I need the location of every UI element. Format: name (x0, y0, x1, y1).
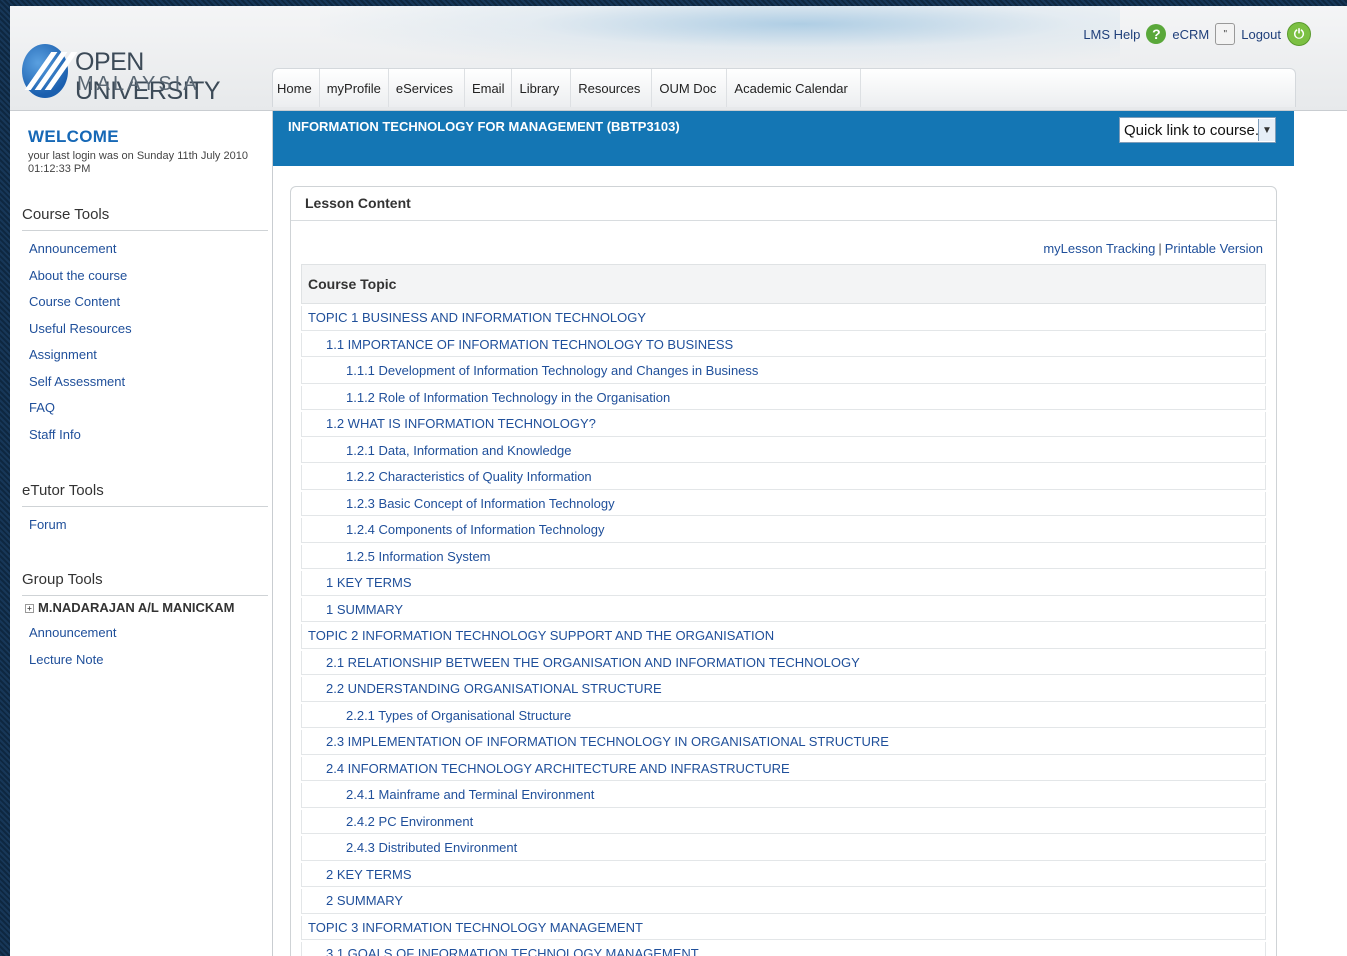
etutor-tools-forum[interactable]: Forum (22, 512, 268, 539)
course-tools-title: Course Tools (22, 206, 268, 231)
lms-help-link[interactable]: LMS Help (1083, 27, 1140, 42)
topic-row[interactable]: 2.4.1 Mainframe and Terminal Environment (301, 783, 1266, 808)
group-user-name: M.NADARAJAN A/L MANICKAM (38, 600, 235, 615)
nav-eservices[interactable]: eServices (389, 69, 465, 107)
nav-library[interactable]: Library (512, 69, 572, 107)
browser-page: OPEN UNIVERSITY MALAYSIA LMS Help ? eCRM… (10, 6, 1347, 956)
lesson-links: myLesson Tracking | Printable Version (1043, 241, 1263, 256)
group-tools-lecture-note[interactable]: Lecture Note (22, 647, 268, 674)
help-icon[interactable]: ? (1146, 24, 1167, 44)
nav-myprofile[interactable]: myProfile (320, 69, 389, 107)
topic-row[interactable]: 2.3 IMPLEMENTATION OF INFORMATION TECHNO… (301, 730, 1266, 755)
topic-row[interactable]: 1.2.5 Information System (301, 544, 1266, 569)
etutor-tools-section: eTutor Tools Forum (22, 482, 268, 539)
nav-academic-calendar[interactable]: Academic Calendar (727, 69, 861, 107)
topic-row[interactable]: 2 SUMMARY (301, 889, 1266, 914)
etutor-tools-title: eTutor Tools (22, 482, 268, 507)
topic-row[interactable]: 1.1 IMPORTANCE OF INFORMATION TECHNOLOGY… (301, 332, 1266, 357)
nav-home[interactable]: Home (273, 69, 320, 107)
topic-row[interactable]: 1.2.2 Characteristics of Quality Informa… (301, 465, 1266, 490)
topic-row[interactable]: 2 KEY TERMS (301, 862, 1266, 887)
course-tools-resources[interactable]: Useful Resources (22, 316, 268, 343)
course-title: INFORMATION TECHNOLOGY FOR MANAGEMENT (B… (288, 119, 680, 134)
group-user[interactable]: + M.NADARAJAN A/L MANICKAM (22, 596, 268, 620)
course-tools-about[interactable]: About the course (22, 263, 268, 290)
topic-row[interactable]: 2.2.1 Types of Organisational Structure (301, 703, 1266, 728)
power-icon[interactable]: ⏻ (1287, 22, 1311, 46)
course-topic-header: Course Topic (301, 264, 1266, 304)
topic-row[interactable]: 1.2.4 Components of Information Technolo… (301, 518, 1266, 543)
course-topic-rows: TOPIC 1 BUSINESS AND INFORMATION TECHNOL… (301, 306, 1266, 956)
ecrm-link[interactable]: eCRM (1172, 27, 1209, 42)
chevron-down-icon[interactable]: ▼ (1258, 119, 1275, 141)
topic-row[interactable]: 1.2.3 Basic Concept of Information Techn… (301, 491, 1266, 516)
topic-row[interactable]: 1.2 WHAT IS INFORMATION TECHNOLOGY? (301, 412, 1266, 437)
topic-row[interactable]: 2.4.2 PC Environment (301, 809, 1266, 834)
course-topic-table: Course Topic TOPIC 1 BUSINESS AND INFORM… (301, 264, 1266, 956)
logout-link[interactable]: Logout (1241, 27, 1281, 42)
nav-oum-doc[interactable]: OUM Doc (652, 69, 728, 107)
topic-row[interactable]: 1 KEY TERMS (301, 571, 1266, 596)
site-header: OPEN UNIVERSITY MALAYSIA LMS Help ? eCRM… (10, 6, 1347, 111)
topic-row[interactable]: 2.4.3 Distributed Environment (301, 836, 1266, 861)
left-sidebar: WELCOME your last login was on Sunday 11… (10, 111, 273, 956)
group-tools-section: Group Tools + M.NADARAJAN A/L MANICKAM A… (22, 571, 268, 673)
lesson-content-panel: Lesson Content myLesson Tracking | Printab… (290, 186, 1277, 956)
topic-row[interactable]: 1 SUMMARY (301, 597, 1266, 622)
course-tools-announcement[interactable]: Announcement (22, 236, 268, 263)
ecrm-icon[interactable]: " (1215, 23, 1236, 45)
nav-resources[interactable]: Resources (571, 69, 653, 107)
topic-row[interactable]: TOPIC 3 INFORMATION TECHNOLOGY MANAGEMEN… (301, 915, 1266, 940)
group-tools-announcement[interactable]: Announcement (22, 620, 268, 647)
topic-row[interactable]: 1.1.1 Development of Information Technol… (301, 359, 1266, 384)
course-tools-faq[interactable]: FAQ (22, 395, 268, 422)
link-separator: | (1158, 241, 1162, 256)
topic-row[interactable]: 2.1 RELATIONSHIP BETWEEN THE ORGANISATIO… (301, 650, 1266, 675)
nav-email[interactable]: Email (465, 69, 513, 107)
welcome-box: WELCOME your last login was on Sunday 11… (28, 127, 258, 176)
topic-row[interactable]: 1.2.1 Data, Information and Knowledge (301, 438, 1266, 463)
group-tools-title: Group Tools (22, 571, 268, 596)
expand-plus-icon[interactable]: + (25, 603, 34, 613)
logo-text-line2: MALAYSIA (77, 73, 200, 95)
topic-row[interactable]: 2.4 INFORMATION TECHNOLOGY ARCHITECTURE … (301, 756, 1266, 781)
header-banner (320, 6, 1120, 66)
lesson-content-heading: Lesson Content (291, 187, 1276, 221)
mylesson-tracking-link[interactable]: myLesson Tracking (1043, 241, 1155, 256)
topic-row[interactable]: TOPIC 2 INFORMATION TECHNOLOGY SUPPORT A… (301, 624, 1266, 649)
main-nav: Home myProfile eServices Email Library R… (272, 68, 1296, 107)
welcome-title: WELCOME (28, 127, 119, 146)
course-tools-self-assessment[interactable]: Self Assessment (22, 369, 268, 396)
quick-link-select[interactable]: Quick link to course.. ▼ (1119, 117, 1276, 143)
topic-row[interactable]: 1.1.2 Role of Information Technology in … (301, 385, 1266, 410)
topic-row[interactable]: 3.1 GOALS OF INFORMATION TECHNOLOGY MANA… (301, 942, 1266, 956)
topic-row[interactable]: 2.2 UNDERSTANDING ORGANISATIONAL STRUCTU… (301, 677, 1266, 702)
oum-logo[interactable]: OPEN UNIVERSITY MALAYSIA (22, 44, 262, 105)
last-login-text: your last login was on Sunday 11th July … (28, 150, 248, 175)
quick-link-value: Quick link to course.. (1124, 121, 1258, 139)
printable-version-link[interactable]: Printable Version (1165, 241, 1263, 256)
top-links: LMS Help ? eCRM " Logout ⏻ (1083, 22, 1311, 46)
course-tools-section: Course Tools Announcement About the cour… (22, 206, 268, 448)
course-tools-content[interactable]: Course Content (22, 289, 268, 316)
course-tools-staff-info[interactable]: Staff Info (22, 422, 268, 449)
topic-row[interactable]: TOPIC 1 BUSINESS AND INFORMATION TECHNOL… (301, 306, 1266, 331)
course-title-bar: INFORMATION TECHNOLOGY FOR MANAGEMENT (B… (273, 111, 1294, 166)
oum-logo-icon (22, 44, 68, 98)
course-tools-assignment[interactable]: Assignment (22, 342, 268, 369)
main-content: INFORMATION TECHNOLOGY FOR MANAGEMENT (B… (273, 111, 1347, 956)
